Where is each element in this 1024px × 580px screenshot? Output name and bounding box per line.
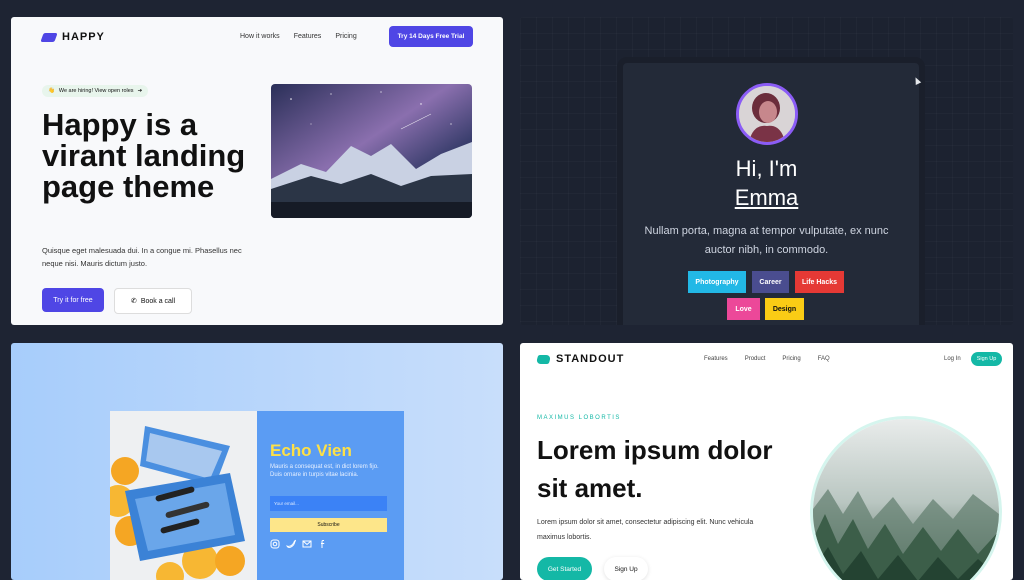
standout-subtext: Lorem ipsum dolor sit amet, consectetur …	[537, 519, 754, 541]
echo-vien-content: Echo Vien Mauris a consequat est, in dic…	[257, 411, 404, 580]
phone-icon: ✆	[130, 298, 137, 305]
happy-hiring-badge[interactable]: 👋 We are hiring! View open roles ➔	[42, 85, 149, 97]
standout-nav-product[interactable]: Product	[745, 356, 766, 362]
standout-brand-name: STANDOUT	[556, 353, 625, 365]
facebook-icon[interactable]	[318, 539, 328, 549]
signup-button[interactable]: Sign Up	[971, 352, 1002, 366]
avatar	[736, 83, 798, 145]
standout-nav-faq[interactable]: FAQ	[818, 356, 830, 362]
happy-book-call-label: Book a call	[140, 297, 176, 305]
standout-nav-features[interactable]: Features	[704, 356, 728, 362]
twitter-icon[interactable]	[286, 539, 296, 549]
emma-greeting: Hi, I'm	[735, 156, 798, 181]
tag-career[interactable]: Career	[752, 271, 789, 293]
emma-description: Nullam porta, magna at tempor vulputate,…	[644, 225, 889, 256]
tag-life-hacks[interactable]: Life Hacks	[795, 271, 844, 293]
happy-nav-how-it-works[interactable]: How it works	[240, 33, 280, 40]
happy-subtext: Quisque eget malesuada dui. In a congue …	[42, 246, 242, 268]
happy-nav-features[interactable]: Features	[294, 33, 322, 40]
social-links	[270, 539, 328, 549]
happy-logo-mark	[40, 32, 58, 42]
happy-nav: How it works Features Pricing	[240, 33, 357, 40]
standout-nav: Features Product Pricing FAQ	[704, 356, 830, 362]
tag-photography[interactable]: Photography	[688, 271, 746, 293]
waving-hand-icon: 👋	[48, 88, 55, 94]
subscribe-button[interactable]: Subscribe	[270, 518, 387, 532]
arrow-right-icon: ➔	[137, 88, 143, 94]
mail-icon[interactable]	[302, 539, 312, 549]
happy-try-free-button[interactable]: Try it for free	[42, 288, 104, 312]
standout-logo-mark	[535, 354, 552, 364]
happy-nav-pricing[interactable]: Pricing	[335, 33, 356, 40]
tag-love[interactable]: Love	[727, 298, 760, 320]
standout-theme-preview[interactable]: STANDOUT Features Product Pricing FAQ Lo…	[520, 343, 1013, 580]
happy-badge-text: We are hiring! View open roles	[58, 88, 134, 94]
standout-eyebrow: MAXIMUS LOBORTIS	[537, 415, 621, 421]
login-link[interactable]: Log In	[944, 356, 961, 362]
emma-name-link[interactable]: Emma	[520, 185, 1013, 211]
standout-nav-pricing[interactable]: Pricing	[782, 356, 800, 362]
echo-vien-description: Mauris a consequat est, in dict lorem fi…	[270, 464, 379, 478]
happy-brand-name: HAPPY	[62, 31, 105, 43]
instagram-icon[interactable]	[270, 539, 280, 549]
standout-logo[interactable]: STANDOUT	[535, 353, 625, 365]
echo-vien-card: Echo Vien Mauris a consequat est, in dic…	[110, 411, 404, 580]
tag-design[interactable]: Design	[765, 298, 804, 320]
cosmetics-product-image	[110, 411, 257, 580]
happy-headline: Happy is a virant landing page theme	[42, 107, 246, 204]
emma-theme-preview[interactable]: Hi, I'm Emma Nullam porta, magna at temp…	[520, 17, 1013, 325]
happy-theme-preview[interactable]: HAPPY How it works Features Pricing Try …	[11, 17, 503, 325]
happy-book-call-button[interactable]: ✆ Book a call	[114, 288, 192, 314]
email-field[interactable]: Your email...	[270, 496, 387, 511]
happy-logo[interactable]: HAPPY	[40, 31, 105, 43]
mountain-night-sky-image	[271, 84, 472, 218]
echo-vien-theme-preview[interactable]: Echo Vien Mauris a consequat est, in dic…	[11, 343, 503, 580]
standout-signup-secondary-button[interactable]: Sign Up	[604, 557, 648, 580]
get-started-button[interactable]: Get Started	[537, 557, 592, 580]
happy-trial-button[interactable]: Try 14 Days Free Trial	[389, 26, 473, 47]
standout-headline: Lorem ipsum dolor sit amet.	[537, 435, 773, 503]
foggy-forest-image	[810, 416, 1002, 580]
echo-vien-title: Echo Vien	[270, 441, 352, 460]
